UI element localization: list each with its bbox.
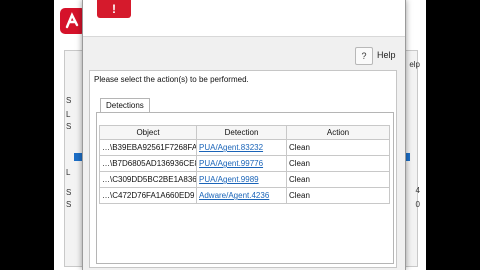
edge-letter: S bbox=[66, 122, 72, 131]
tab-detections[interactable]: Detections bbox=[100, 98, 150, 112]
action-select[interactable]: Clean bbox=[286, 187, 390, 204]
detection-link[interactable]: PUA/Agent.83232 bbox=[196, 139, 287, 156]
column-header-object[interactable]: Object bbox=[99, 125, 197, 140]
action-dialog: ! ? Help Please select the action(s) to … bbox=[82, 0, 406, 270]
edge-letter: L bbox=[66, 168, 71, 177]
edge-letter: S bbox=[66, 200, 72, 209]
help-question-icon[interactable]: ? bbox=[355, 47, 373, 65]
detections-pane: Object Detection Action …\B39EBA92561F72… bbox=[96, 112, 394, 264]
edge-letter: 0 bbox=[415, 200, 420, 209]
action-select[interactable]: Clean bbox=[286, 139, 390, 156]
object-cell: …\C309DD5BC2BE1A8368 bbox=[99, 171, 197, 188]
action-select[interactable]: Clean bbox=[286, 171, 390, 188]
object-cell: …\B7D6805AD136936CE8 bbox=[99, 155, 197, 172]
detection-link[interactable]: PUA/Agent.99776 bbox=[196, 155, 287, 172]
background-help-label[interactable]: elp bbox=[409, 60, 420, 69]
column-header-action[interactable]: Action bbox=[286, 125, 390, 140]
help-link[interactable]: Help bbox=[377, 50, 396, 60]
edge-letter: 4 bbox=[415, 186, 420, 195]
table-row[interactable]: …\B7D6805AD136936CE8 PUA/Agent.99776 Cle… bbox=[99, 155, 390, 172]
edge-letter: S bbox=[66, 188, 72, 197]
table-row[interactable]: …\C472D76FA1A660ED9 Adware/Agent.4236 Cl… bbox=[99, 187, 390, 204]
object-cell: …\C472D76FA1A660ED9 bbox=[99, 187, 197, 204]
detections-table: Object Detection Action …\B39EBA92561F72… bbox=[99, 125, 390, 204]
detection-link[interactable]: Adware/Agent.4236 bbox=[196, 187, 287, 204]
edge-letter: L bbox=[66, 110, 71, 119]
object-cell: …\B39EBA92561F7268FA bbox=[99, 139, 197, 156]
detection-link[interactable]: PUA/Agent.9989 bbox=[196, 171, 287, 188]
table-header-row: Object Detection Action bbox=[99, 125, 390, 140]
table-row[interactable]: …\B39EBA92561F7268FA PUA/Agent.83232 Cle… bbox=[99, 139, 390, 156]
action-prompt: Please select the action(s) to be perfor… bbox=[94, 75, 249, 84]
edge-letter: S bbox=[66, 96, 72, 105]
dialog-header: ! bbox=[83, 0, 405, 37]
action-select[interactable]: Clean bbox=[286, 155, 390, 172]
column-header-detection[interactable]: Detection bbox=[196, 125, 287, 140]
alert-icon: ! bbox=[97, 0, 131, 18]
table-row[interactable]: …\C309DD5BC2BE1A8368 PUA/Agent.9989 Clea… bbox=[99, 171, 390, 188]
dialog-content: Please select the action(s) to be perfor… bbox=[89, 70, 397, 268]
